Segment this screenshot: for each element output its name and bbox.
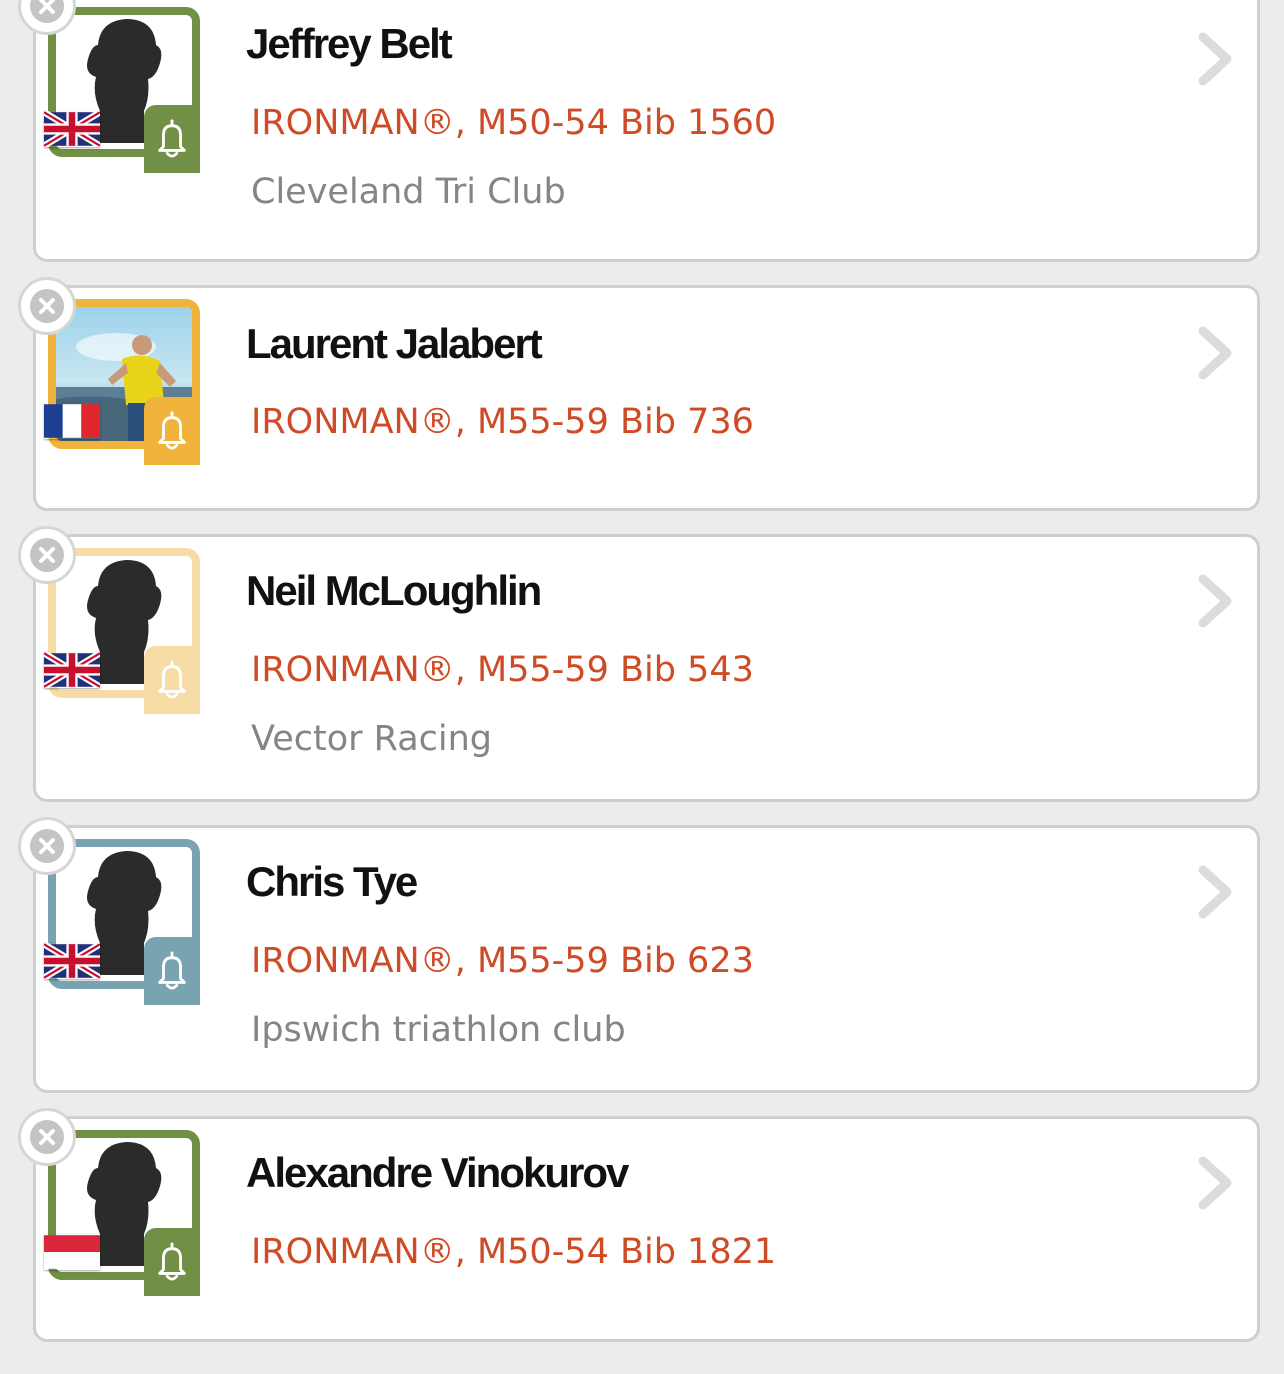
follow-notification-button[interactable] [144,105,200,173]
close-circle-icon [30,289,64,323]
flag-united-kingdom-icon [44,943,100,979]
follow-notification-button[interactable] [144,937,200,1005]
race-info: IRONMAN®, M55-59 Bib 623 [251,941,754,981]
athlete-name: Alexandre Vinokurov [246,1149,629,1196]
close-circle-icon [30,0,64,23]
bell-icon [158,411,186,450]
race-info: IRONMAN®, M55-59 Bib 543 [251,650,754,690]
athlete-avatar [44,548,200,714]
follow-notification-button[interactable] [144,397,200,465]
athlete-card[interactable]: Chris Tye IRONMAN®, M55-59 Bib 623 Ipswi… [18,817,1260,1093]
athlete-list: Jeffrey Belt IRONMAN®, M50-54 Bib 1560 C… [0,0,1284,1374]
flag-monaco-icon [44,1234,100,1270]
athlete-name: Laurent Jalabert [246,320,543,367]
chevron-right-icon[interactable] [1195,573,1235,629]
remove-athlete-button[interactable] [18,817,76,875]
bell-icon [158,1242,186,1281]
athlete-name: Chris Tye [246,858,418,905]
race-info: IRONMAN®, M50-54 Bib 1560 [251,103,777,143]
flag-united-kingdom-icon [44,111,100,147]
close-circle-icon [30,1120,64,1154]
race-info: IRONMAN®, M50-54 Bib 1821 [251,1232,777,1272]
chevron-right-icon[interactable] [1195,325,1235,381]
chevron-right-icon[interactable] [1195,864,1235,920]
follow-notification-button[interactable] [144,646,200,714]
athlete-card[interactable]: Jeffrey Belt IRONMAN®, M50-54 Bib 1560 C… [18,0,1260,262]
athlete-name: Jeffrey Belt [246,20,453,67]
athlete-card[interactable]: Alexandre Vinokurov IRONMAN®, M50-54 Bib… [18,1108,1260,1342]
close-circle-icon [30,829,64,863]
athlete-name: Neil McLoughlin [246,567,542,614]
chevron-right-icon[interactable] [1195,31,1235,87]
bell-icon [158,951,186,990]
remove-athlete-button[interactable] [18,1108,76,1166]
athlete-card[interactable]: Neil McLoughlin IRONMAN®, M55-59 Bib 543… [18,526,1260,802]
athlete-avatar [44,299,200,465]
athlete-avatar [44,839,200,1005]
bell-icon [158,119,186,158]
chevron-right-icon[interactable] [1195,1155,1235,1211]
athlete-avatar [44,7,200,173]
athlete-card[interactable]: Laurent Jalabert IRONMAN®, M55-59 Bib 73… [18,277,1260,511]
flag-united-kingdom-icon [44,652,100,688]
remove-athlete-button[interactable] [18,277,76,335]
flag-france-icon [44,403,100,439]
close-circle-icon [30,538,64,572]
race-info: IRONMAN®, M55-59 Bib 736 [251,402,754,442]
follow-notification-button[interactable] [144,1228,200,1296]
remove-athlete-button[interactable] [18,526,76,584]
bell-icon [158,660,186,699]
club-name: Ipswich triathlon club [251,1010,626,1050]
club-name: Vector Racing [251,719,493,759]
athlete-avatar [44,1130,200,1296]
club-name: Cleveland Tri Club [251,172,566,212]
